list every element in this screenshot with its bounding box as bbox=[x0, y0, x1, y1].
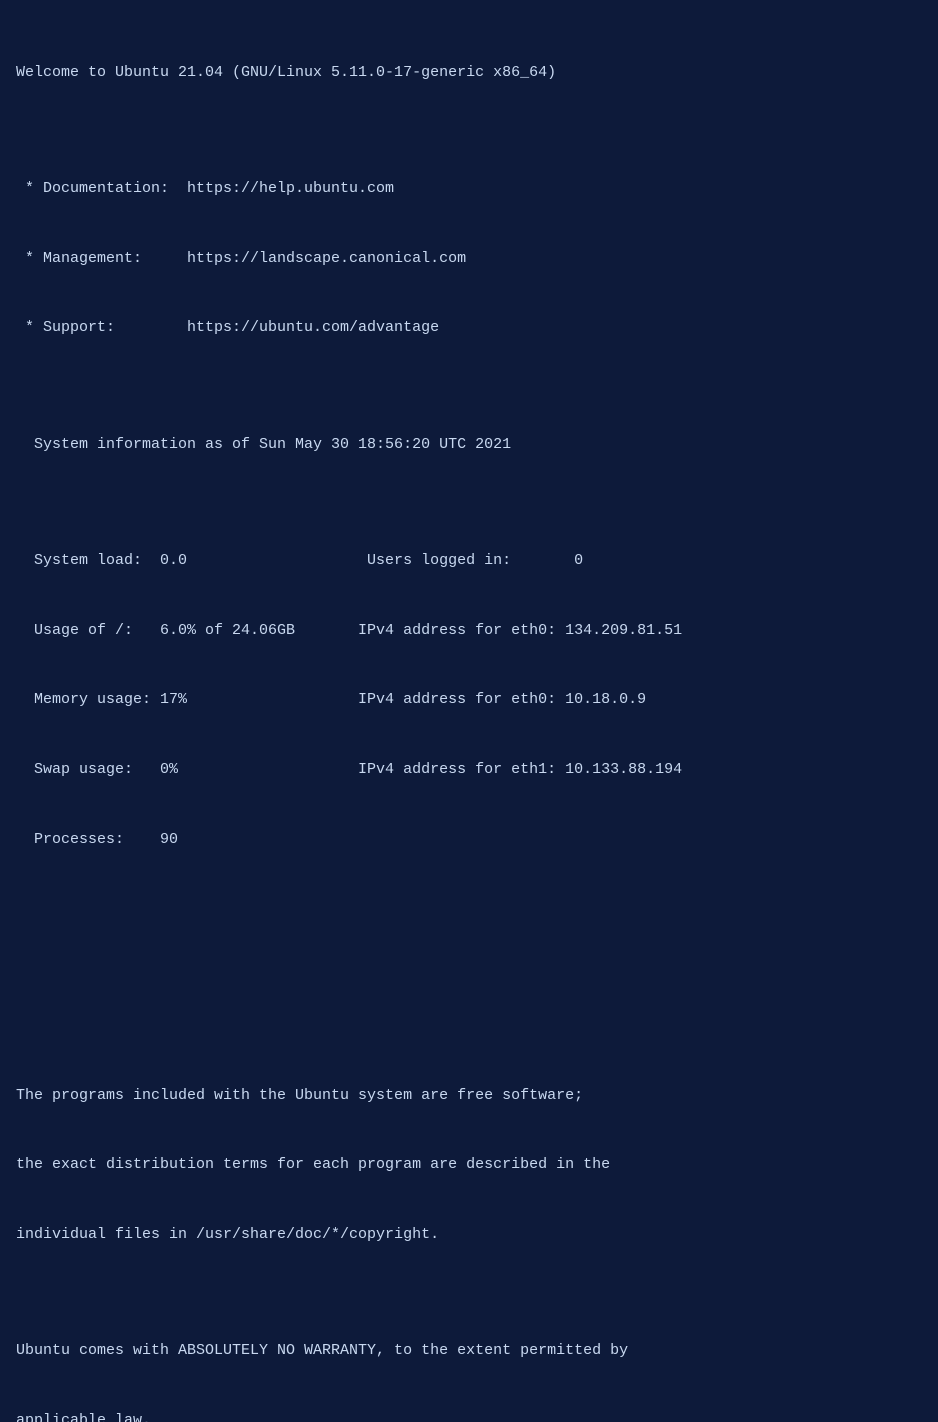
swap-line: Swap usage: 0% IPv4 address for eth1: 10… bbox=[16, 758, 922, 781]
usage-line: Usage of /: 6.0% of 24.06GB IPv4 address… bbox=[16, 619, 922, 642]
doc-line: * Documentation: https://help.ubuntu.com bbox=[16, 177, 922, 200]
support-line: * Support: https://ubuntu.com/advantage bbox=[16, 316, 922, 339]
programs-line2: the exact distribution terms for each pr… bbox=[16, 1153, 922, 1176]
memory-line: Memory usage: 17% IPv4 address for eth0:… bbox=[16, 688, 922, 711]
mgmt-line: * Management: https://landscape.canonica… bbox=[16, 247, 922, 270]
procs-line: Processes: 90 bbox=[16, 828, 922, 851]
warranty-line2: applicable law. bbox=[16, 1409, 922, 1422]
sysinfo-line: System information as of Sun May 30 18:5… bbox=[16, 433, 922, 456]
warranty-line1: Ubuntu comes with ABSOLUTELY NO WARRANTY… bbox=[16, 1339, 922, 1362]
terminal-window: Welcome to Ubuntu 21.04 (GNU/Linux 5.11.… bbox=[16, 14, 922, 1422]
programs-line1: The programs included with the Ubuntu sy… bbox=[16, 1084, 922, 1107]
sysload-line: System load: 0.0 Users logged in: 0 bbox=[16, 549, 922, 572]
welcome-line: Welcome to Ubuntu 21.04 (GNU/Linux 5.11.… bbox=[16, 61, 922, 84]
programs-line3: individual files in /usr/share/doc/*/cop… bbox=[16, 1223, 922, 1246]
